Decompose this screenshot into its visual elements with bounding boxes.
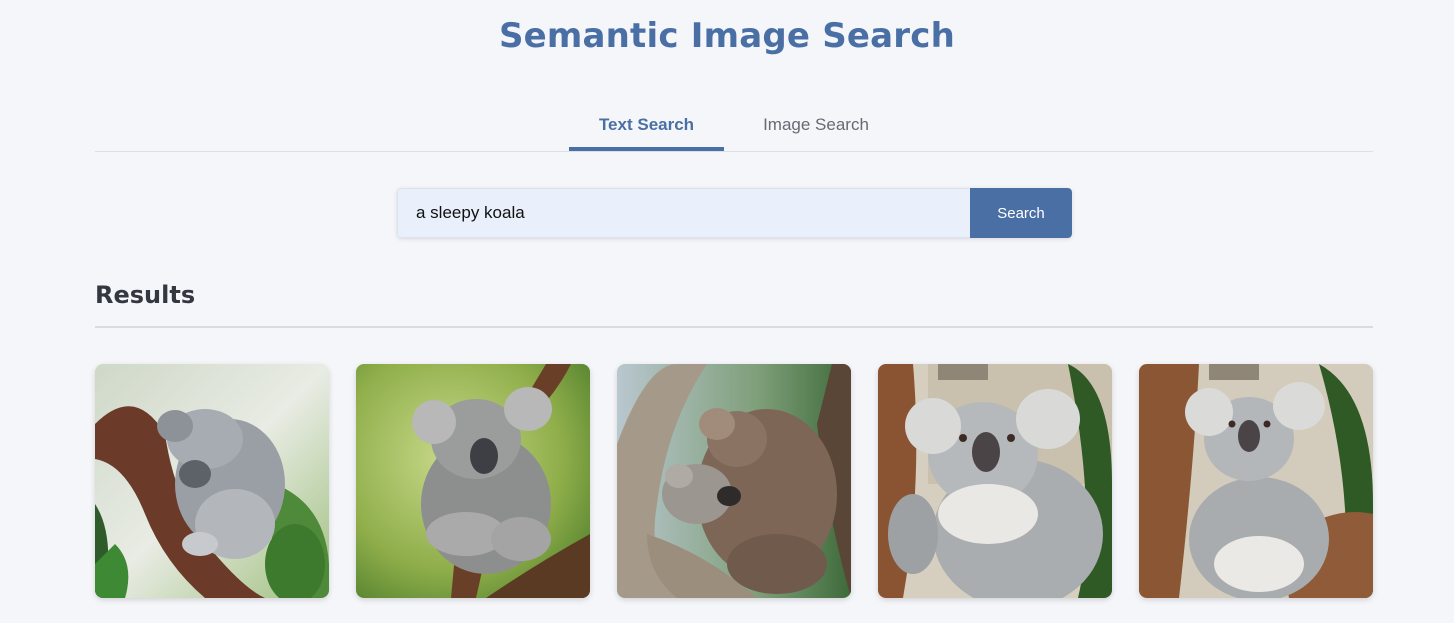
results-grid <box>95 364 1373 598</box>
koala-portrait-image-2 <box>1139 364 1373 598</box>
result-image-1[interactable] <box>95 364 329 598</box>
results-divider <box>95 326 1373 328</box>
koala-sleeping-image <box>95 364 329 598</box>
result-image-5[interactable] <box>1139 364 1373 598</box>
search-input[interactable] <box>397 188 970 238</box>
search-bar: Search <box>397 188 1072 238</box>
result-image-4[interactable] <box>878 364 1112 598</box>
result-image-3[interactable] <box>617 364 851 598</box>
koala-portrait-image <box>878 364 1112 598</box>
page-title: Semantic Image Search <box>498 16 956 56</box>
result-image-2[interactable] <box>356 364 590 598</box>
tab-text-search[interactable]: Text Search <box>569 100 724 151</box>
results-heading: Results <box>95 281 196 309</box>
search-button[interactable]: Search <box>970 188 1072 238</box>
page: Semantic Image Search Text Search Image … <box>0 0 1454 623</box>
koala-hugging-branch-image <box>356 364 590 598</box>
koala-with-joey-image <box>617 364 851 598</box>
tab-image-search[interactable]: Image Search <box>735 100 897 151</box>
tab-bar: Text Search Image Search <box>95 100 1373 152</box>
